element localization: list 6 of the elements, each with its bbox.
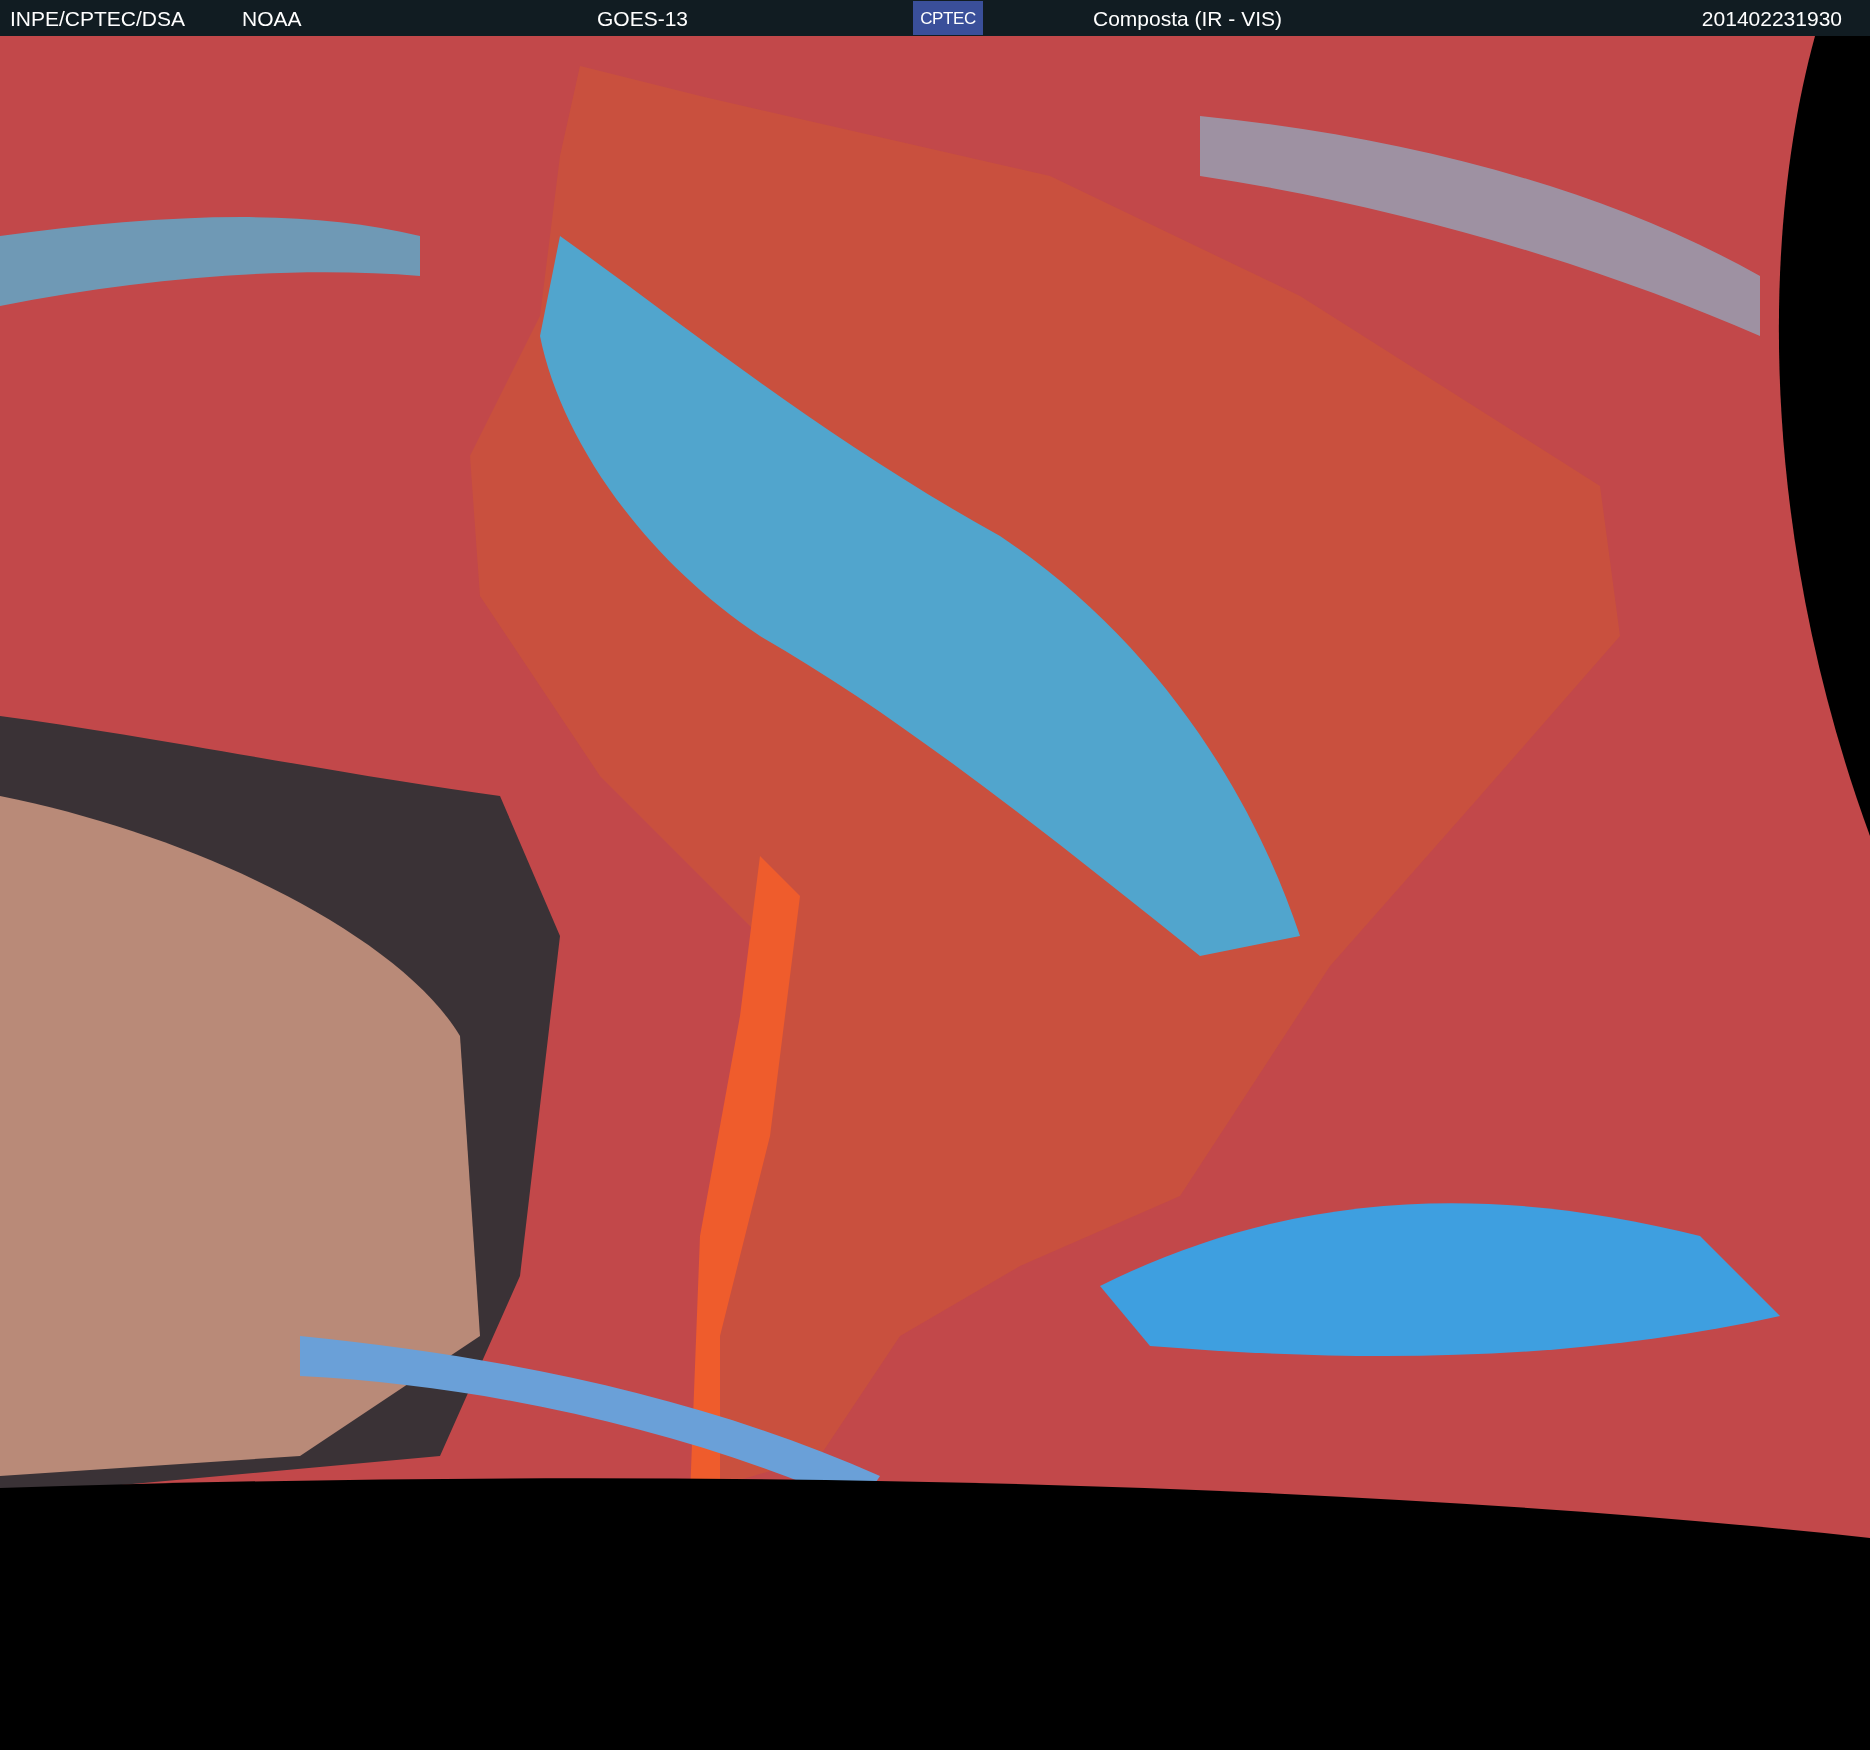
logo: CPTEC bbox=[913, 1, 983, 35]
credit-text: INPE/CPTEC/DSA bbox=[10, 7, 187, 29]
satellite-text: GOES-13 bbox=[597, 7, 690, 29]
agency-text: NOAA bbox=[242, 7, 303, 29]
timestamp-text: 201402231930 bbox=[1701, 7, 1842, 29]
product-text: Composta (IR - VIS) bbox=[1093, 7, 1283, 29]
